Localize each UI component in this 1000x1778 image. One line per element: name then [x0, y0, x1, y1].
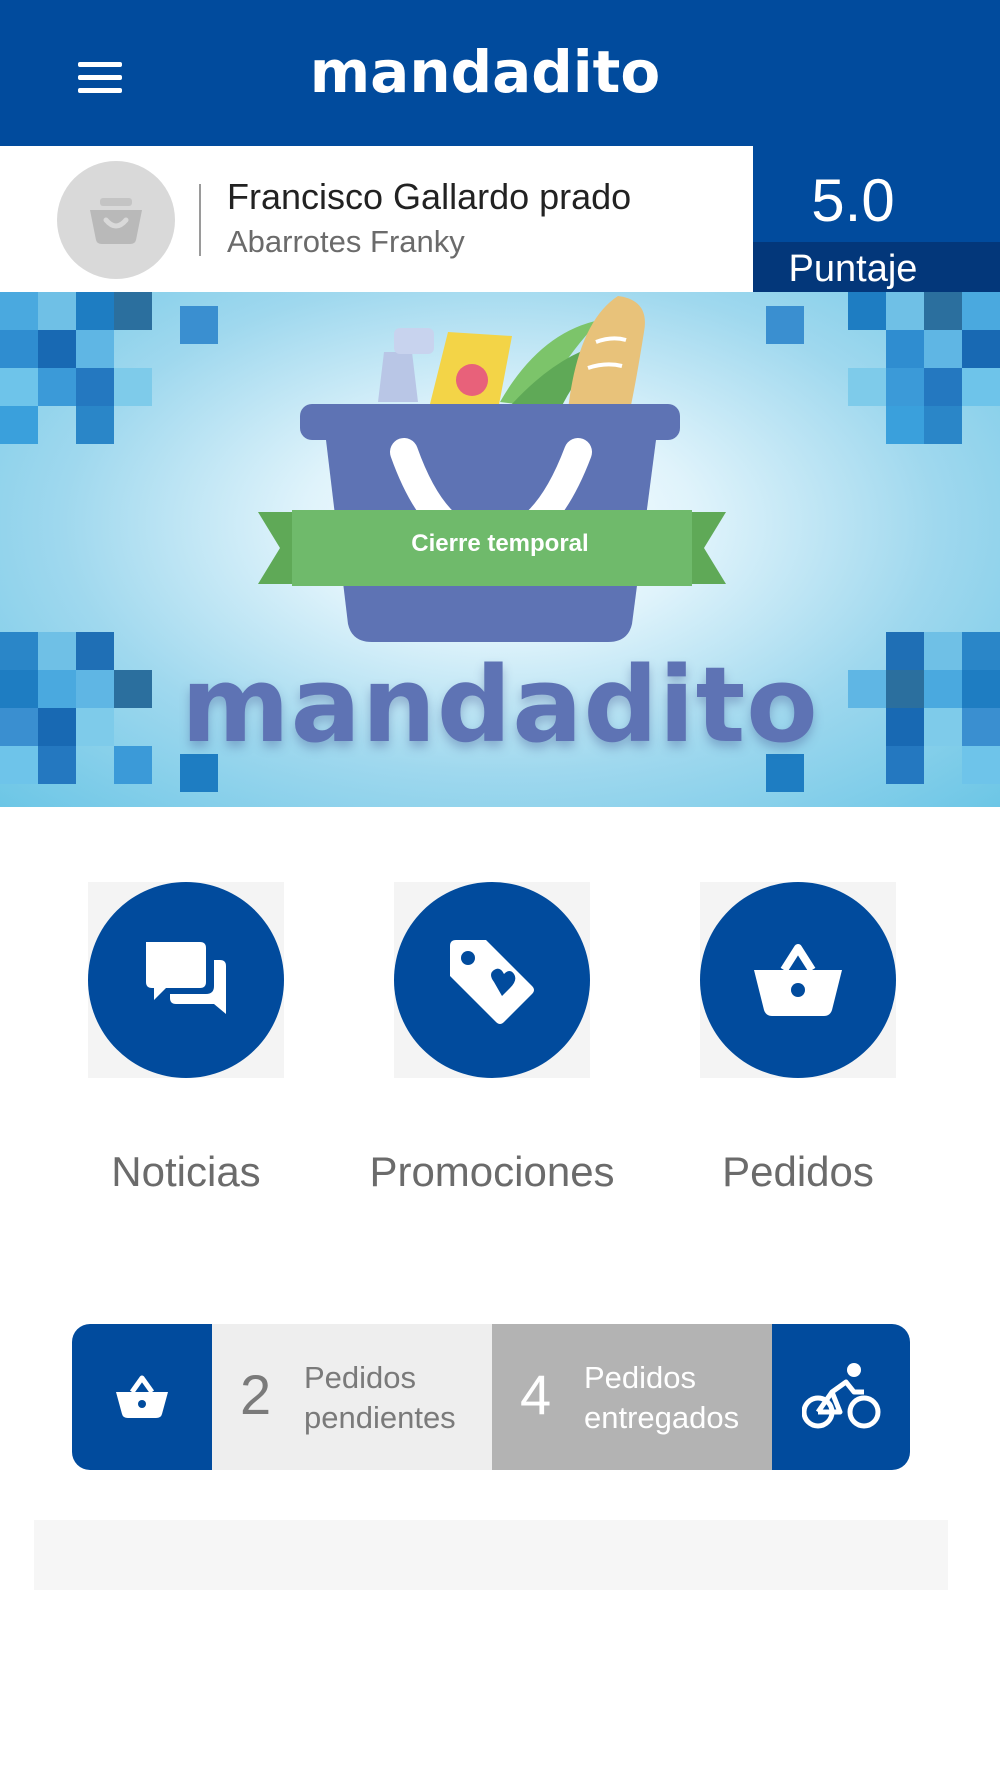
app-title: mandadito	[309, 38, 661, 106]
user-info-bar: Francisco Gallardo prado Abarrotes Frank…	[0, 146, 1000, 293]
basket-icon	[116, 1375, 168, 1418]
pending-label-line1: Pedidos	[304, 1360, 417, 1395]
orders-button[interactable]	[700, 882, 896, 1078]
avatar[interactable]	[57, 161, 175, 279]
basket-icon	[754, 944, 842, 1016]
delivered-label: Pedidos entregados	[584, 1358, 739, 1438]
pending-count: 2	[240, 1363, 272, 1426]
promotions-circle	[394, 882, 590, 1078]
delivered-orders[interactable]: 4 Pedidos entregados	[492, 1324, 772, 1470]
footer-strip	[34, 1520, 948, 1590]
pending-label: Pedidos pendientes	[304, 1358, 456, 1438]
heart-tag-icon	[450, 940, 534, 1024]
score-value: 5.0	[811, 167, 895, 234]
news-button[interactable]	[88, 882, 284, 1078]
divider	[199, 184, 201, 256]
bicycle-rider-icon	[802, 1363, 881, 1429]
score-box: 5.0 Puntaje	[753, 146, 1000, 292]
pending-orders[interactable]: 2 Pedidos pendientes	[212, 1324, 492, 1470]
delivered-label-line1: Pedidos	[584, 1360, 697, 1395]
orders-circle	[700, 882, 896, 1078]
news-label[interactable]: Noticias	[36, 1148, 336, 1196]
app-header: mandadito	[0, 0, 1000, 146]
pending-label-line2: pendientes	[304, 1400, 456, 1435]
promotions-button[interactable]	[394, 882, 590, 1078]
chat-bubbles-icon	[146, 942, 226, 1014]
score-label: Puntaje	[788, 248, 918, 290]
orders-stats-bar: 2 Pedidos pendientes 4 Pedidos entregado…	[72, 1324, 910, 1470]
news-circle	[88, 882, 284, 1078]
score-label-bar: Puntaje	[753, 242, 1000, 292]
stats-basket-button[interactable]	[72, 1324, 212, 1470]
promo-banner[interactable]: Cierre temporal mandadito	[0, 292, 1000, 807]
delivered-label-line2: entregados	[584, 1400, 740, 1435]
stats-bike-button[interactable]	[772, 1324, 910, 1470]
delivered-count: 4	[520, 1363, 552, 1426]
orders-label[interactable]: Pedidos	[648, 1148, 948, 1196]
user-name: Francisco Gallardo prado	[227, 176, 632, 217]
promotions-label[interactable]: Promociones	[342, 1148, 642, 1196]
banner-ribbon-text: Cierre temporal	[411, 530, 589, 557]
basket-icon	[90, 198, 142, 244]
banner-brand-logo: mandadito	[181, 644, 819, 766]
store-name: Abarrotes Franky	[227, 224, 465, 259]
